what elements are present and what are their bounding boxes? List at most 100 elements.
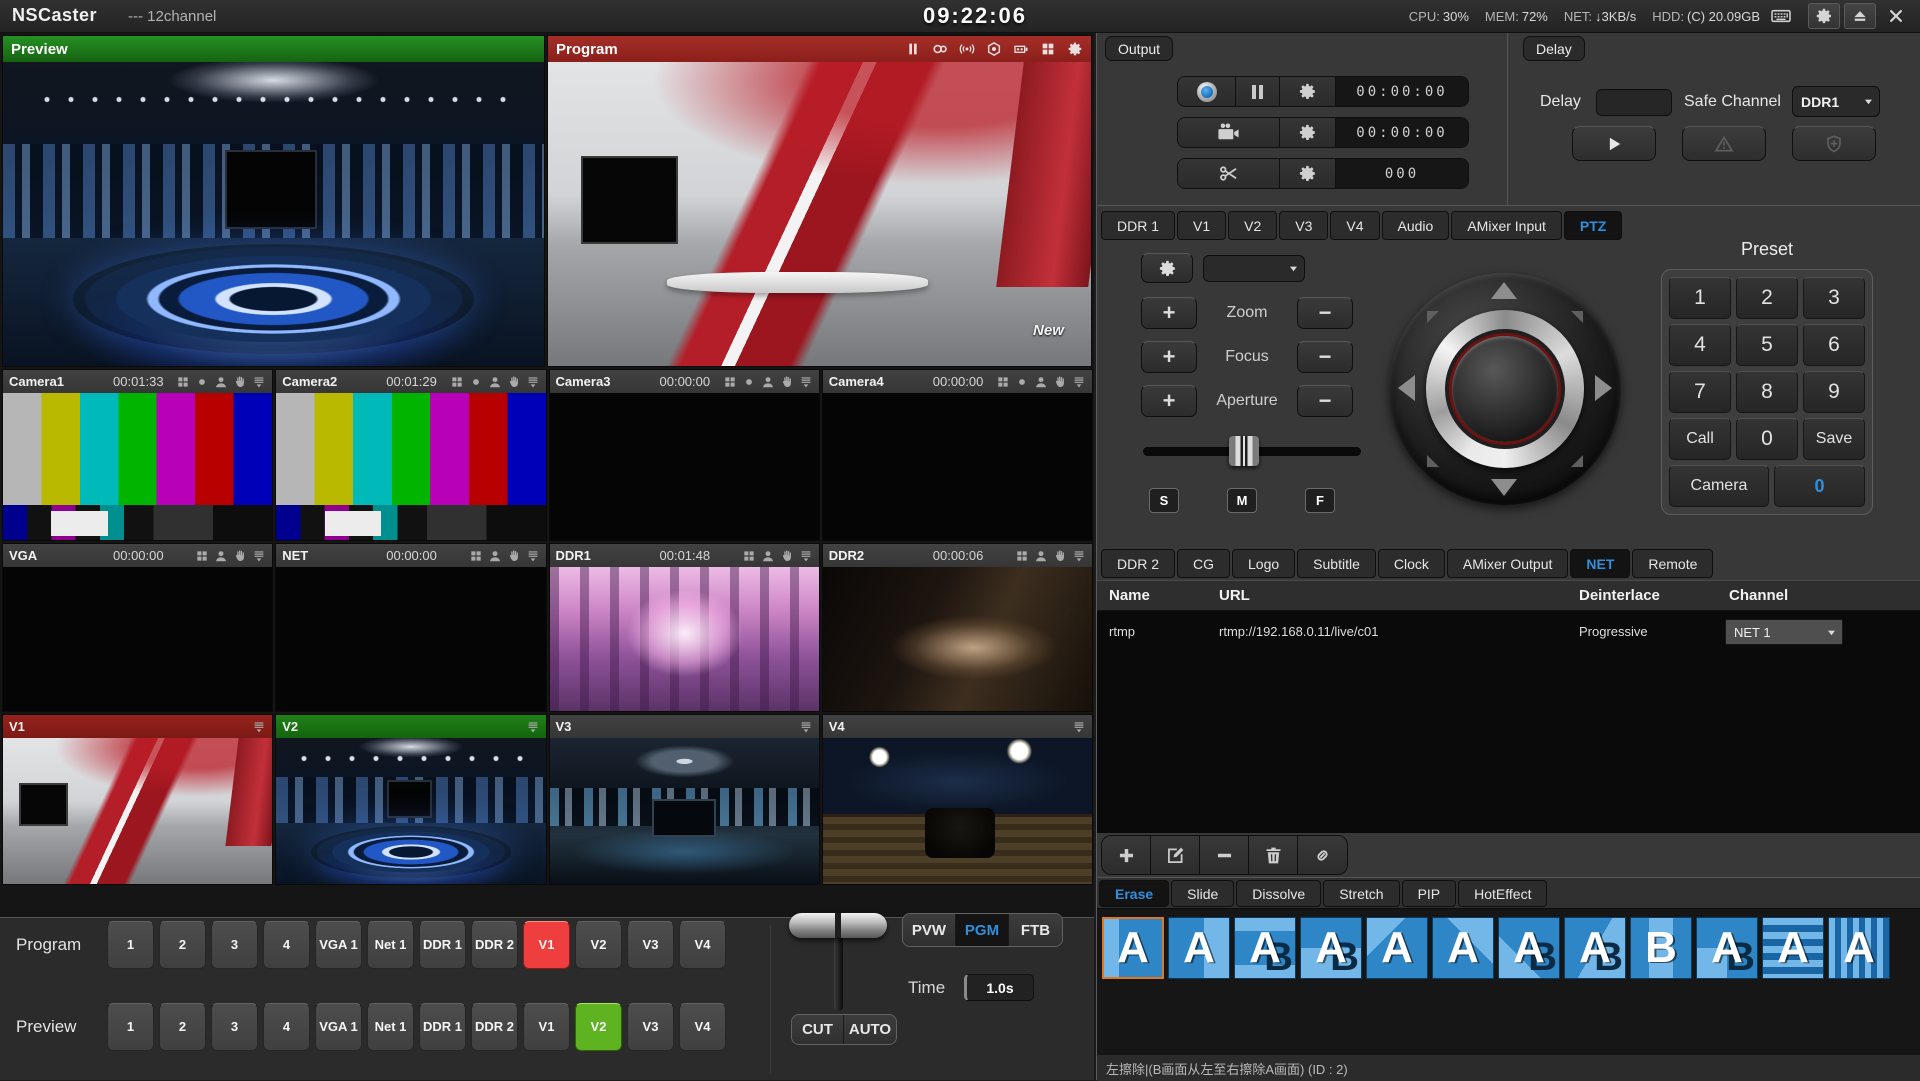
preset-key-5[interactable]: 5	[1736, 324, 1798, 366]
menu-icon[interactable]	[252, 720, 266, 734]
monitor-cell-camera1[interactable]: Camera1 00:01:33	[2, 369, 274, 541]
menu-icon[interactable]	[1072, 720, 1086, 734]
person-icon[interactable]	[761, 549, 775, 563]
delay-input[interactable]	[1596, 89, 1672, 116]
preview-pane[interactable]: Preview	[2, 35, 545, 367]
link-button[interactable]	[1298, 836, 1347, 874]
tab-subtitle[interactable]: Subtitle	[1297, 549, 1376, 578]
close-icon[interactable]	[1880, 3, 1912, 29]
camera-key[interactable]: Camera	[1669, 465, 1769, 507]
tab-ddr-2[interactable]: DDR 2	[1101, 549, 1176, 578]
tab-ptz[interactable]: PTZ	[1563, 211, 1623, 240]
tab-amixer-output[interactable]: AMixer Output	[1446, 549, 1569, 578]
monitor-video-camera2[interactable]	[276, 393, 546, 540]
dot-icon[interactable]	[1015, 375, 1029, 389]
grid-icon[interactable]	[450, 375, 464, 389]
remove-button[interactable]	[1200, 836, 1249, 874]
transition-tab-dissolve[interactable]: Dissolve	[1236, 880, 1322, 907]
person-icon[interactable]	[214, 549, 228, 563]
focus-minus-button[interactable]: −	[1297, 341, 1353, 373]
record-button[interactable]	[1178, 77, 1236, 106]
hand-icon[interactable]	[1053, 375, 1067, 389]
menu-icon[interactable]	[799, 375, 813, 389]
menu-icon[interactable]	[1072, 549, 1086, 563]
grid-icon[interactable]	[1040, 41, 1056, 57]
person-icon[interactable]	[1034, 375, 1048, 389]
transition-effect-band-center[interactable]: B	[1630, 917, 1692, 979]
preview-source-ddr1[interactable]: DDR 1	[419, 1003, 466, 1051]
menu-icon[interactable]	[252, 549, 266, 563]
preview-source-v1[interactable]: V1	[523, 1003, 570, 1051]
delay-shield-button[interactable]	[1792, 126, 1876, 161]
keyboard-icon[interactable]	[1766, 5, 1796, 27]
capture-button[interactable]	[1178, 118, 1280, 147]
ptz-settings-button[interactable]	[1141, 253, 1193, 283]
monitor-cell-camera4[interactable]: Camera4 00:00:00	[821, 369, 1093, 541]
program-video[interactable]: New	[548, 62, 1091, 366]
program-source-net1[interactable]: Net 1	[367, 921, 414, 969]
monitor-video-camera3[interactable]	[549, 393, 819, 540]
program-source-3[interactable]: 3	[211, 921, 258, 969]
table-row[interactable]: rtmp rtmp://192.168.0.11/live/c01 Progre…	[1097, 617, 1920, 647]
transition-effect-wipe-left[interactable]: A	[1102, 917, 1164, 979]
preset-key-save[interactable]: Save	[1803, 418, 1865, 460]
monitor-cell-vga[interactable]: VGA 00:00:00	[2, 543, 274, 712]
record-pause-button[interactable]	[1236, 77, 1280, 106]
person-icon[interactable]	[214, 375, 228, 389]
grid-icon[interactable]	[469, 549, 483, 563]
transition-effect-stripes-v[interactable]: A	[1828, 917, 1890, 979]
monitor-cell-ddr1[interactable]: DDR1 00:01:48	[548, 543, 820, 712]
program-source-ddr2[interactable]: DDR 2	[471, 921, 518, 969]
ptz-camera-select[interactable]	[1203, 255, 1305, 282]
preview-source-3[interactable]: 3	[211, 1003, 258, 1051]
preset-key-1[interactable]: 1	[1669, 277, 1731, 319]
dot-icon[interactable]	[742, 375, 756, 389]
zoom-minus-button[interactable]: −	[1297, 297, 1353, 329]
pvw-button[interactable]: PVW	[903, 914, 956, 946]
monitor-video-v4[interactable]	[822, 738, 1092, 884]
menu-icon[interactable]	[1072, 375, 1086, 389]
monitor-video-ddr2[interactable]	[822, 567, 1092, 711]
monitor-cell-camera2[interactable]: Camera2 00:01:29	[275, 369, 547, 541]
preset-key-3[interactable]: 3	[1803, 277, 1865, 319]
monitor-video-net[interactable]	[276, 567, 546, 711]
monitor-cell-v4[interactable]: V4	[821, 714, 1093, 885]
transition-tab-pip[interactable]: PIP	[1401, 880, 1457, 907]
person-icon[interactable]	[488, 549, 502, 563]
record-icon[interactable]	[986, 41, 1002, 57]
tab-net[interactable]: NET	[1570, 549, 1631, 578]
grid-icon[interactable]	[742, 549, 756, 563]
tab-logo[interactable]: Logo	[1232, 549, 1296, 578]
ftb-button[interactable]: FTB	[1009, 914, 1062, 946]
program-source-vga1[interactable]: VGA 1	[315, 921, 362, 969]
program-source-v4[interactable]: V4	[679, 921, 726, 969]
tab-v4[interactable]: V4	[1330, 211, 1380, 240]
snapshot-button[interactable]	[1178, 159, 1280, 188]
monitor-cell-v2[interactable]: V2	[275, 714, 547, 885]
tab-v1[interactable]: V1	[1177, 211, 1227, 240]
person-icon[interactable]	[488, 375, 502, 389]
monitor-cell-net[interactable]: NET 00:00:00	[275, 543, 547, 712]
broadcast-icon[interactable]	[959, 41, 975, 57]
monitor-cell-v3[interactable]: V3	[548, 714, 820, 885]
preview-video[interactable]	[3, 62, 544, 366]
monitor-video-camera1[interactable]	[3, 393, 273, 540]
menu-icon[interactable]	[526, 549, 540, 563]
speed-m-button[interactable]: M	[1227, 488, 1257, 513]
ptz-joystick[interactable]	[1389, 273, 1621, 505]
monitor-video-camera4[interactable]	[822, 393, 1092, 540]
ptz-speed-slider-handle[interactable]	[1229, 436, 1259, 466]
record-settings-button[interactable]	[1280, 77, 1336, 106]
person-icon[interactable]	[1034, 549, 1048, 563]
hand-icon[interactable]	[780, 375, 794, 389]
grid-icon[interactable]	[996, 375, 1010, 389]
hand-icon[interactable]	[1053, 549, 1067, 563]
cut-button[interactable]: CUT	[792, 1015, 844, 1044]
edit-button[interactable]	[1151, 836, 1200, 874]
grid-icon[interactable]	[1015, 549, 1029, 563]
preview-source-4[interactable]: 4	[263, 1003, 310, 1051]
channel-select[interactable]: NET 1	[1725, 619, 1843, 645]
auto-button[interactable]: AUTO	[844, 1015, 896, 1044]
preview-source-v2[interactable]: V2	[575, 1003, 622, 1051]
menu-icon[interactable]	[799, 549, 813, 563]
